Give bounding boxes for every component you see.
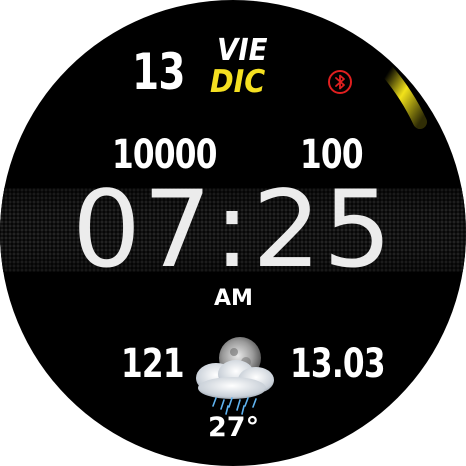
night-rain-cloud-icon [196,337,274,415]
date-day: 13 [132,43,186,101]
time-display: 07:25 [72,168,394,291]
weekday-label: VIE [217,33,268,68]
pressure-value: 13.03 [290,341,386,387]
bluetooth-icon [328,70,352,94]
month-label: DIC [210,64,266,100]
heart-rate-value: 121 [121,341,185,387]
am-pm-label: AM [214,286,253,311]
temperature-value: 27° [208,412,260,443]
watch-face: 13 VIE DIC 10000 100 07:25 AM 121 13.03 [0,0,466,466]
